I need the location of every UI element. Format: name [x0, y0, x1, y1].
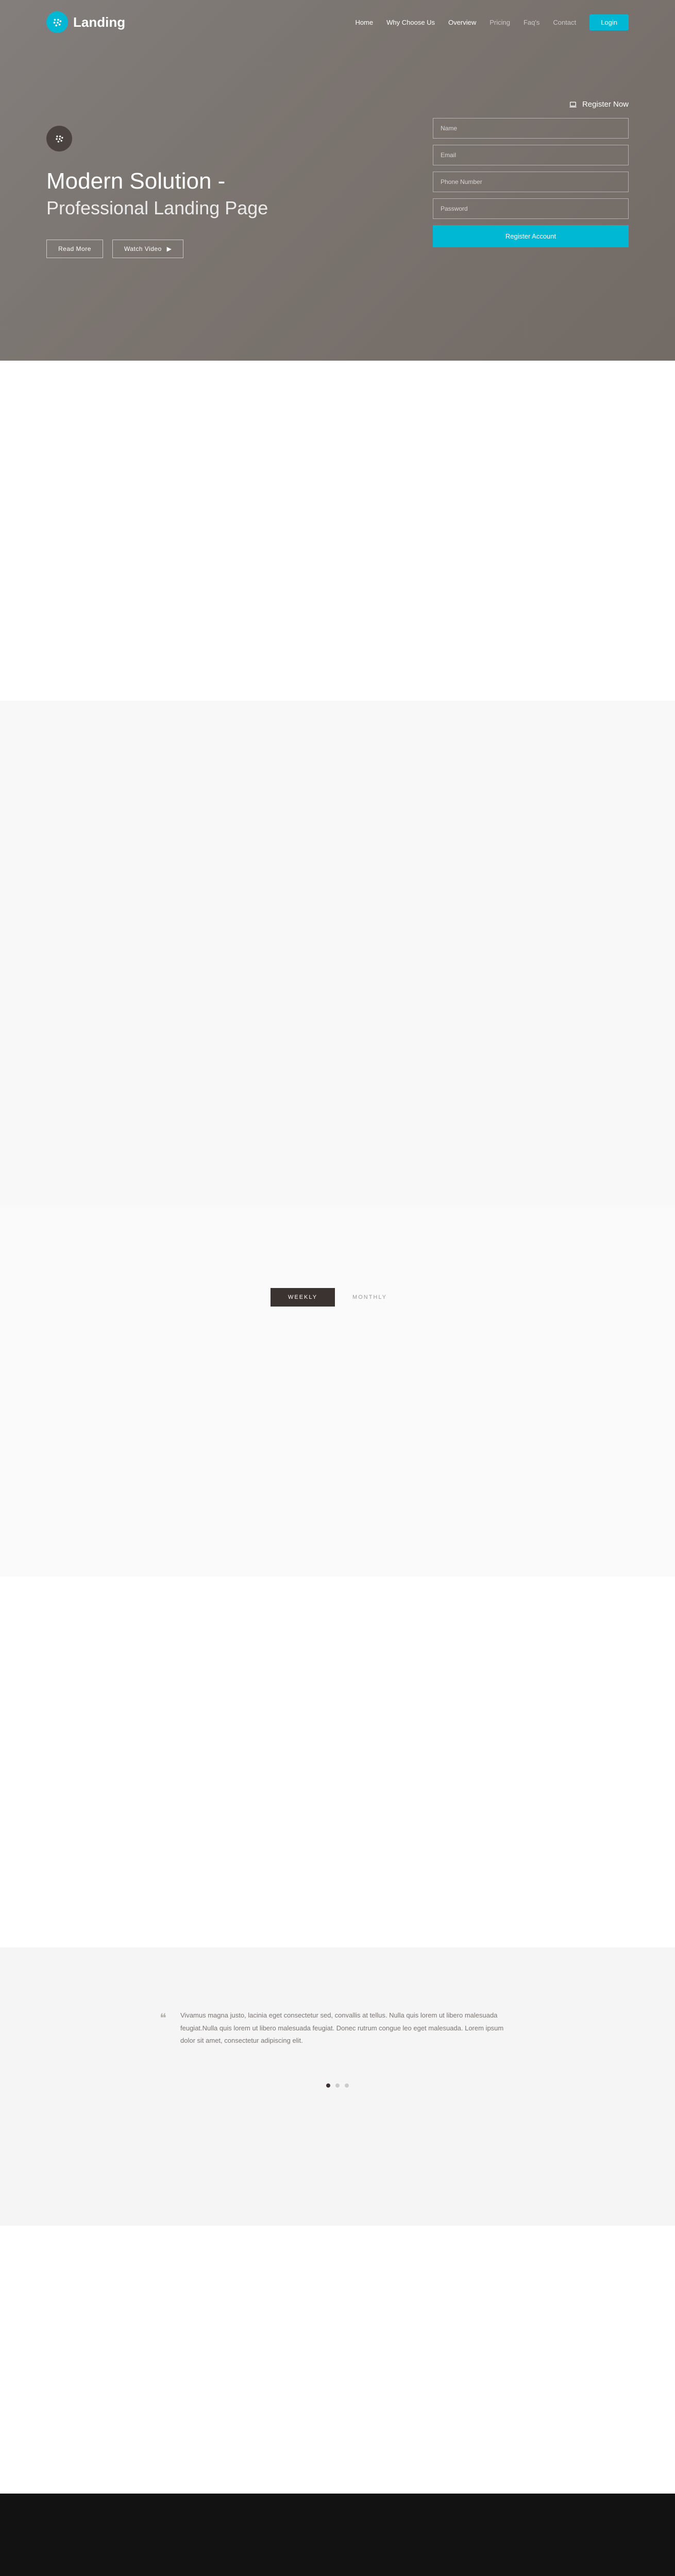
hero-subtitle: Professional Landing Page — [46, 197, 268, 219]
watch-video-label: Watch Video — [124, 245, 162, 252]
email-field[interactable] — [433, 145, 629, 165]
laptop-icon — [569, 100, 577, 109]
hero-badge-icon — [46, 126, 72, 151]
faq-section — [0, 1577, 675, 1947]
register-heading-text: Register Now — [582, 100, 629, 109]
testimonial-text: Vivamus magna justo, lacinia eget consec… — [180, 2011, 503, 2044]
nav-home[interactable]: Home — [355, 19, 373, 26]
play-icon: ▶ — [167, 245, 172, 252]
tab-monthly[interactable]: MONTHLY — [335, 1288, 404, 1307]
hero-left: Modern Solution - Professional Landing P… — [46, 100, 268, 258]
carousel-dots — [0, 2083, 675, 2088]
register-submit-button[interactable]: Register Account — [433, 225, 629, 247]
dot-3[interactable] — [345, 2083, 349, 2088]
top-nav: Landing Home Why Choose Us Overview Pric… — [0, 0, 675, 33]
hero-body: Modern Solution - Professional Landing P… — [0, 33, 675, 258]
pricing-tabs: WEEKLY MONTHLY — [0, 1288, 675, 1307]
map-section — [0, 2494, 675, 2576]
nav-menu: Home Why Choose Us Overview Pricing Faq'… — [355, 14, 629, 30]
testimonial-section: ❝ Vivamus magna justo, lacinia eget cons… — [0, 1947, 675, 2226]
nav-overview[interactable]: Overview — [448, 19, 476, 26]
nav-contact[interactable]: Contact — [553, 19, 576, 26]
overview-section — [0, 701, 675, 1206]
quote-icon: ❝ — [160, 2007, 166, 2031]
register-form: Register Now Register Account — [433, 100, 629, 258]
dot-2[interactable] — [335, 2083, 340, 2088]
hero-title: Modern Solution - — [46, 167, 268, 195]
brand-name: Landing — [73, 14, 125, 30]
nav-faqs[interactable]: Faq's — [524, 19, 539, 26]
nav-pricing[interactable]: Pricing — [490, 19, 510, 26]
phone-field[interactable] — [433, 172, 629, 192]
nav-whychoose[interactable]: Why Choose Us — [386, 19, 435, 26]
register-heading: Register Now — [433, 100, 629, 109]
testimonial-quote: ❝ Vivamus magna justo, lacinia eget cons… — [160, 2009, 515, 2047]
dot-1[interactable] — [326, 2083, 330, 2088]
brand[interactable]: Landing — [46, 11, 125, 33]
read-more-button[interactable]: Read More — [46, 240, 103, 258]
contact-section — [0, 2226, 675, 2494]
name-field[interactable] — [433, 118, 629, 139]
password-field[interactable] — [433, 198, 629, 219]
brand-logo-icon — [46, 11, 68, 33]
why-choose-section — [0, 361, 675, 701]
login-button[interactable]: Login — [589, 14, 629, 30]
hero-section: Landing Home Why Choose Us Overview Pric… — [0, 0, 675, 361]
pricing-section: WEEKLY MONTHLY — [0, 1206, 675, 1577]
watch-video-button[interactable]: Watch Video ▶ — [112, 240, 183, 258]
tab-weekly[interactable]: WEEKLY — [271, 1288, 335, 1307]
